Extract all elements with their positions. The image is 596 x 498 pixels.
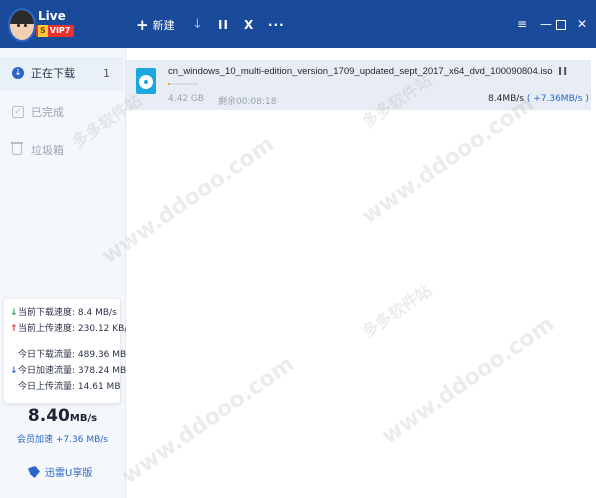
start-download-button[interactable]: ↓ <box>192 16 203 34</box>
current-upload-speed: ↑当前上传速度: 230.12 KB/s <box>10 324 133 334</box>
speed-stats-card: ↓当前下载速度: 8.4 MB/s ↑当前上传速度: 230.12 KB/s 今… <box>4 299 132 403</box>
sidebar-item-completed[interactable]: ✓ 已完成 <box>0 96 124 130</box>
today-upload-traffic: 今日上传流量: 14.61 MB <box>18 382 121 392</box>
vip-acceleration: 会员加速 +7.36 MB/s <box>17 435 108 445</box>
title-bar: Live S VIP7 + 新建 ↓ II X ··· ≡ — ✕ <box>0 0 596 48</box>
maximize-button[interactable] <box>553 16 569 32</box>
u-edition-link[interactable]: 迅雷U享版 <box>28 466 92 480</box>
menu-icon[interactable]: ≡ <box>514 16 530 32</box>
check-icon: ✓ <box>12 106 24 118</box>
sidebar-item-trash[interactable]: 垃圾箱 <box>0 134 124 168</box>
remaining-time: 剩余00:08:18 <box>218 97 277 107</box>
current-download-speed: ↓当前下载速度: 8.4 MB/s <box>10 308 117 318</box>
file-name: cn_windows_10_multi-edition_version_1709… <box>168 66 553 77</box>
download-count: 1 <box>103 67 110 80</box>
watermark: www.ddooo.com <box>377 311 559 450</box>
delete-task-button[interactable]: X <box>244 16 253 34</box>
minimize-button[interactable]: — <box>538 16 554 32</box>
boost-icon: ↓ <box>10 366 18 376</box>
file-size: 4.42 GB <box>168 94 205 104</box>
pause-button[interactable]: II <box>218 16 229 34</box>
watermark: www.ddooo.com <box>357 91 539 230</box>
today-download-traffic: 今日下载流量: 489.36 MB <box>18 350 127 360</box>
watermark: 多多软件站 <box>358 280 436 342</box>
total-speed: 8.40MB/s <box>27 406 98 426</box>
trash-icon <box>11 142 23 155</box>
today-accel-traffic: ↓今日加速流量: 378.24 MB <box>10 366 127 376</box>
user-avatar[interactable] <box>8 8 36 42</box>
plus-icon: + <box>136 16 149 34</box>
task-speed: 8.4MB/s ( +7.36MB/s ) <box>488 94 589 104</box>
arrow-up-icon: ↑ <box>10 324 18 334</box>
sidebar: ↓ 正在下载 1 ✓ 已完成 垃圾箱 ↓当前下载速度: 8.4 MB/s ↑当前… <box>0 48 132 498</box>
progress-bar <box>168 83 198 85</box>
new-task-button[interactable]: + 新建 <box>136 16 175 34</box>
thunder-bird-icon <box>28 466 40 478</box>
task-row[interactable]: cn_windows_10_multi-edition_version_1709… <box>126 60 591 110</box>
sidebar-item-downloading[interactable]: ↓ 正在下载 1 <box>0 57 124 91</box>
disc-image-icon <box>136 68 156 94</box>
task-pause-button[interactable]: II <box>558 65 568 78</box>
watermark: www.ddooo.com <box>117 351 299 490</box>
close-window-button[interactable]: ✕ <box>574 16 590 32</box>
download-list: cn_windows_10_multi-edition_version_1709… <box>69 48 596 498</box>
more-button[interactable]: ··· <box>268 16 285 34</box>
arrow-down-icon: ↓ <box>10 308 18 318</box>
vip-badge[interactable]: S VIP7 <box>36 25 75 37</box>
download-icon: ↓ <box>12 67 24 79</box>
brand-name: Live <box>38 9 66 23</box>
